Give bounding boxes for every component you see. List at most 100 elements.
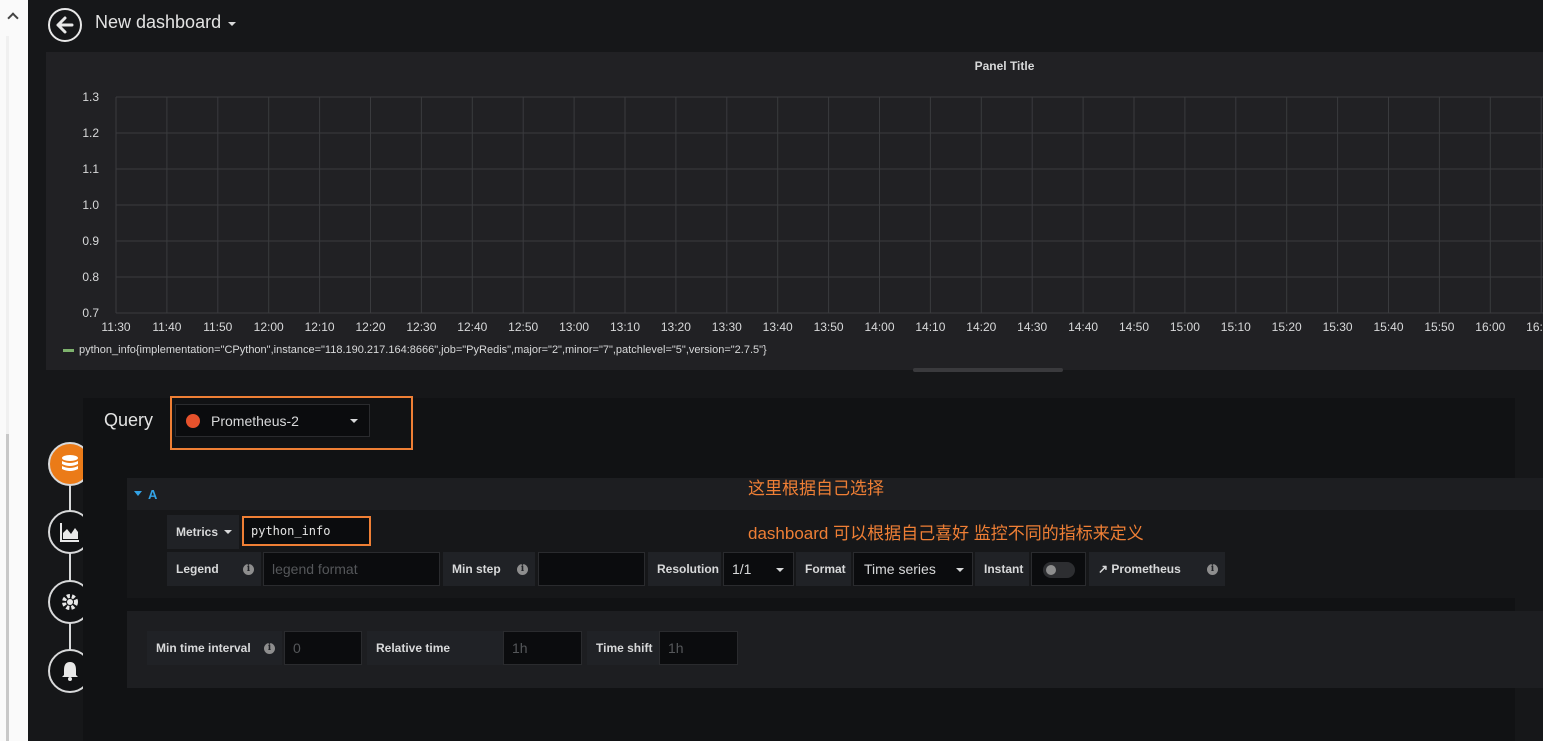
x-tick-label: 14:30: [1017, 320, 1047, 334]
query-ref-id[interactable]: A: [148, 487, 157, 502]
format-value: Time series: [864, 561, 936, 577]
y-tick-label: 1.2: [82, 126, 99, 140]
legend-swatch: [63, 348, 74, 352]
query-heading: Query: [104, 410, 154, 430]
instant-toggle[interactable]: [1043, 562, 1075, 578]
alert-bell-icon: [62, 662, 78, 681]
x-tick-label: 12:20: [355, 320, 385, 334]
prometheus-link[interactable]: ↗ Prometheus: [1089, 552, 1225, 586]
relative-time-text: Relative time: [376, 641, 451, 655]
time-shift-text: Time shift: [596, 641, 653, 655]
info-icon[interactable]: i: [1207, 564, 1218, 575]
x-tick-label: 16:00: [1475, 320, 1505, 334]
scroll-up-icon[interactable]: [7, 12, 19, 24]
format-label-text: Format: [805, 562, 846, 576]
browser-scrollbar[interactable]: [0, 0, 28, 741]
toggle-knob: [1046, 565, 1056, 575]
back-button[interactable]: [48, 8, 82, 42]
min-time-interval-input[interactable]: 0: [284, 631, 362, 665]
min-time-interval-text: Min time interval: [156, 641, 251, 655]
relative-time-input[interactable]: 1h: [503, 631, 582, 665]
metrics-query-input[interactable]: python_info: [242, 516, 371, 546]
time-shift-label: Time shift: [587, 631, 659, 665]
scrollbar-track: [6, 36, 9, 434]
relative-time-placeholder: 1h: [512, 640, 528, 656]
resolution-label: Resolution: [648, 552, 721, 586]
x-tick-label: 13:20: [661, 320, 691, 334]
x-tick-label: 11:50: [203, 320, 232, 334]
info-icon[interactable]: i: [517, 564, 528, 575]
external-link-icon: ↗: [1098, 562, 1109, 576]
x-tick-label: 14:10: [915, 320, 945, 334]
dashboard-title[interactable]: New dashboard: [95, 12, 221, 33]
x-tick-label: 14:50: [1119, 320, 1149, 334]
graph-chart: 1.3 1.2 1.1 1.0 0.9 0.8 0.711:30 11:40 11:50 12:0…: [82, 90, 1543, 334]
scrollbar-thumb[interactable]: [6, 434, 9, 741]
min-step-label-text: Min step: [452, 562, 501, 576]
x-tick-label: 13:10: [610, 320, 640, 334]
legend-label-text: Legend: [176, 562, 219, 576]
y-tick-label: 1.1: [82, 162, 99, 176]
annotation-note-1: 这里根据自己选择: [748, 479, 884, 498]
database-icon: [62, 455, 78, 471]
chevron-down-icon: [350, 419, 358, 423]
x-tick-label: 12:50: [508, 320, 538, 334]
chevron-down-icon[interactable]: [224, 530, 232, 534]
visualization-icon: [60, 523, 79, 542]
legend-placeholder: legend format: [272, 561, 358, 577]
x-tick-label: 14:40: [1068, 320, 1098, 334]
x-tick-label: 15:00: [1170, 320, 1200, 334]
min-step-input[interactable]: [538, 552, 645, 586]
collapse-caret-icon[interactable]: [134, 491, 142, 496]
x-tick-label: 13:30: [712, 320, 742, 334]
x-tick-label: 14:20: [966, 320, 996, 334]
x-tick-label: 15:20: [1272, 320, 1302, 334]
y-tick-label: 0.8: [82, 270, 99, 284]
x-tick-label: 12:00: [254, 320, 284, 334]
legend-series-name[interactable]: python_info{implementation="CPython",ins…: [79, 344, 767, 356]
info-icon[interactable]: i: [264, 643, 275, 654]
x-tick-label: 15:30: [1323, 320, 1353, 334]
resolution-select[interactable]: 1/1: [723, 552, 794, 586]
info-icon[interactable]: i: [243, 564, 254, 575]
chevron-down-icon: [776, 568, 784, 572]
x-tick-label: 13:00: [559, 320, 589, 334]
min-time-interval-label: Min time interval: [147, 631, 282, 665]
chevron-down-icon: [956, 568, 964, 572]
nav-connector-line: [69, 465, 71, 675]
time-shift-input[interactable]: 1h: [659, 631, 738, 665]
general-settings-icon: [62, 594, 78, 610]
datasource-name: Prometheus-2: [211, 413, 299, 429]
arrow-left-icon: [56, 16, 74, 34]
x-tick-label: 15:40: [1373, 320, 1403, 334]
x-tick-label: 12:40: [457, 320, 487, 334]
x-tick-label: 15:50: [1424, 320, 1454, 334]
legend-format-input[interactable]: legend format: [263, 552, 440, 586]
annotation-note-2: dashboard 可以根据自己喜好 监控不同的指标来定义: [748, 524, 1144, 543]
datasource-picker[interactable]: Prometheus-2: [175, 404, 370, 437]
graph-legend[interactable]: python_info{implementation="CPython",ins…: [63, 344, 767, 356]
instant-label-text: Instant: [984, 562, 1024, 576]
x-tick-label: 12:10: [305, 320, 335, 334]
x-tick-label: 11:40: [152, 320, 181, 334]
y-tick-label: 1.0: [82, 198, 99, 212]
x-tick-label: 15:10: [1221, 320, 1251, 334]
resolution-value: 1/1: [732, 561, 752, 577]
x-tick-label: 14:00: [864, 320, 894, 334]
x-tick-label: 13:50: [814, 320, 844, 334]
prometheus-link-text: Prometheus: [1111, 562, 1181, 576]
resolution-label-text: Resolution: [657, 562, 719, 576]
format-select[interactable]: Time series: [853, 552, 973, 586]
y-tick-label: 0.7: [82, 306, 99, 320]
x-tick-label: 13:40: [763, 320, 793, 334]
format-label: Format: [796, 552, 851, 586]
y-tick-label: 0.9: [82, 234, 99, 248]
metrics-label: Metrics: [176, 525, 219, 539]
time-shift-placeholder: 1h: [668, 640, 684, 656]
prometheus-logo-icon: [186, 414, 200, 428]
chevron-down-icon[interactable]: [228, 22, 236, 26]
x-tick-label: 11:30: [101, 320, 130, 334]
panel-resize-handle[interactable]: [913, 368, 1063, 372]
y-tick-label: 1.3: [82, 90, 99, 104]
x-tick-label: 12:30: [406, 320, 436, 334]
